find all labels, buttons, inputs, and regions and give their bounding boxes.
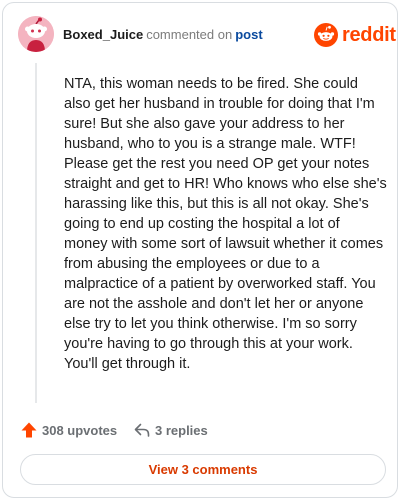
view-comments-button[interactable]: View 3 comments	[20, 454, 386, 485]
thread-line[interactable]	[35, 63, 37, 403]
username[interactable]: Boxed_Juice	[63, 27, 143, 42]
upvote-button[interactable]: 308 upvotes	[20, 420, 117, 440]
reddit-wordmark: reddit	[342, 24, 396, 46]
reddit-snoo-icon	[314, 23, 338, 47]
comment-card: Boxed_Juice commented on post reddit NTA, …	[2, 2, 398, 498]
reddit-logo[interactable]: reddit	[314, 23, 396, 47]
avatar[interactable]	[18, 16, 54, 52]
reply-arrow-icon	[134, 423, 150, 437]
replies-count: 3 replies	[155, 422, 208, 438]
commented-label: commented on	[146, 27, 233, 42]
replies-button[interactable]: 3 replies	[133, 420, 208, 440]
comment-body: NTA, this woman needs to be fired. She c…	[64, 76, 387, 372]
upvote-count: 308 upvotes	[42, 422, 118, 438]
comment-header: Boxed_Juice commented on post	[63, 27, 263, 43]
upvote-arrow-icon	[21, 422, 37, 438]
avatar-snoo-icon	[18, 16, 54, 52]
post-link[interactable]: post	[235, 27, 262, 42]
